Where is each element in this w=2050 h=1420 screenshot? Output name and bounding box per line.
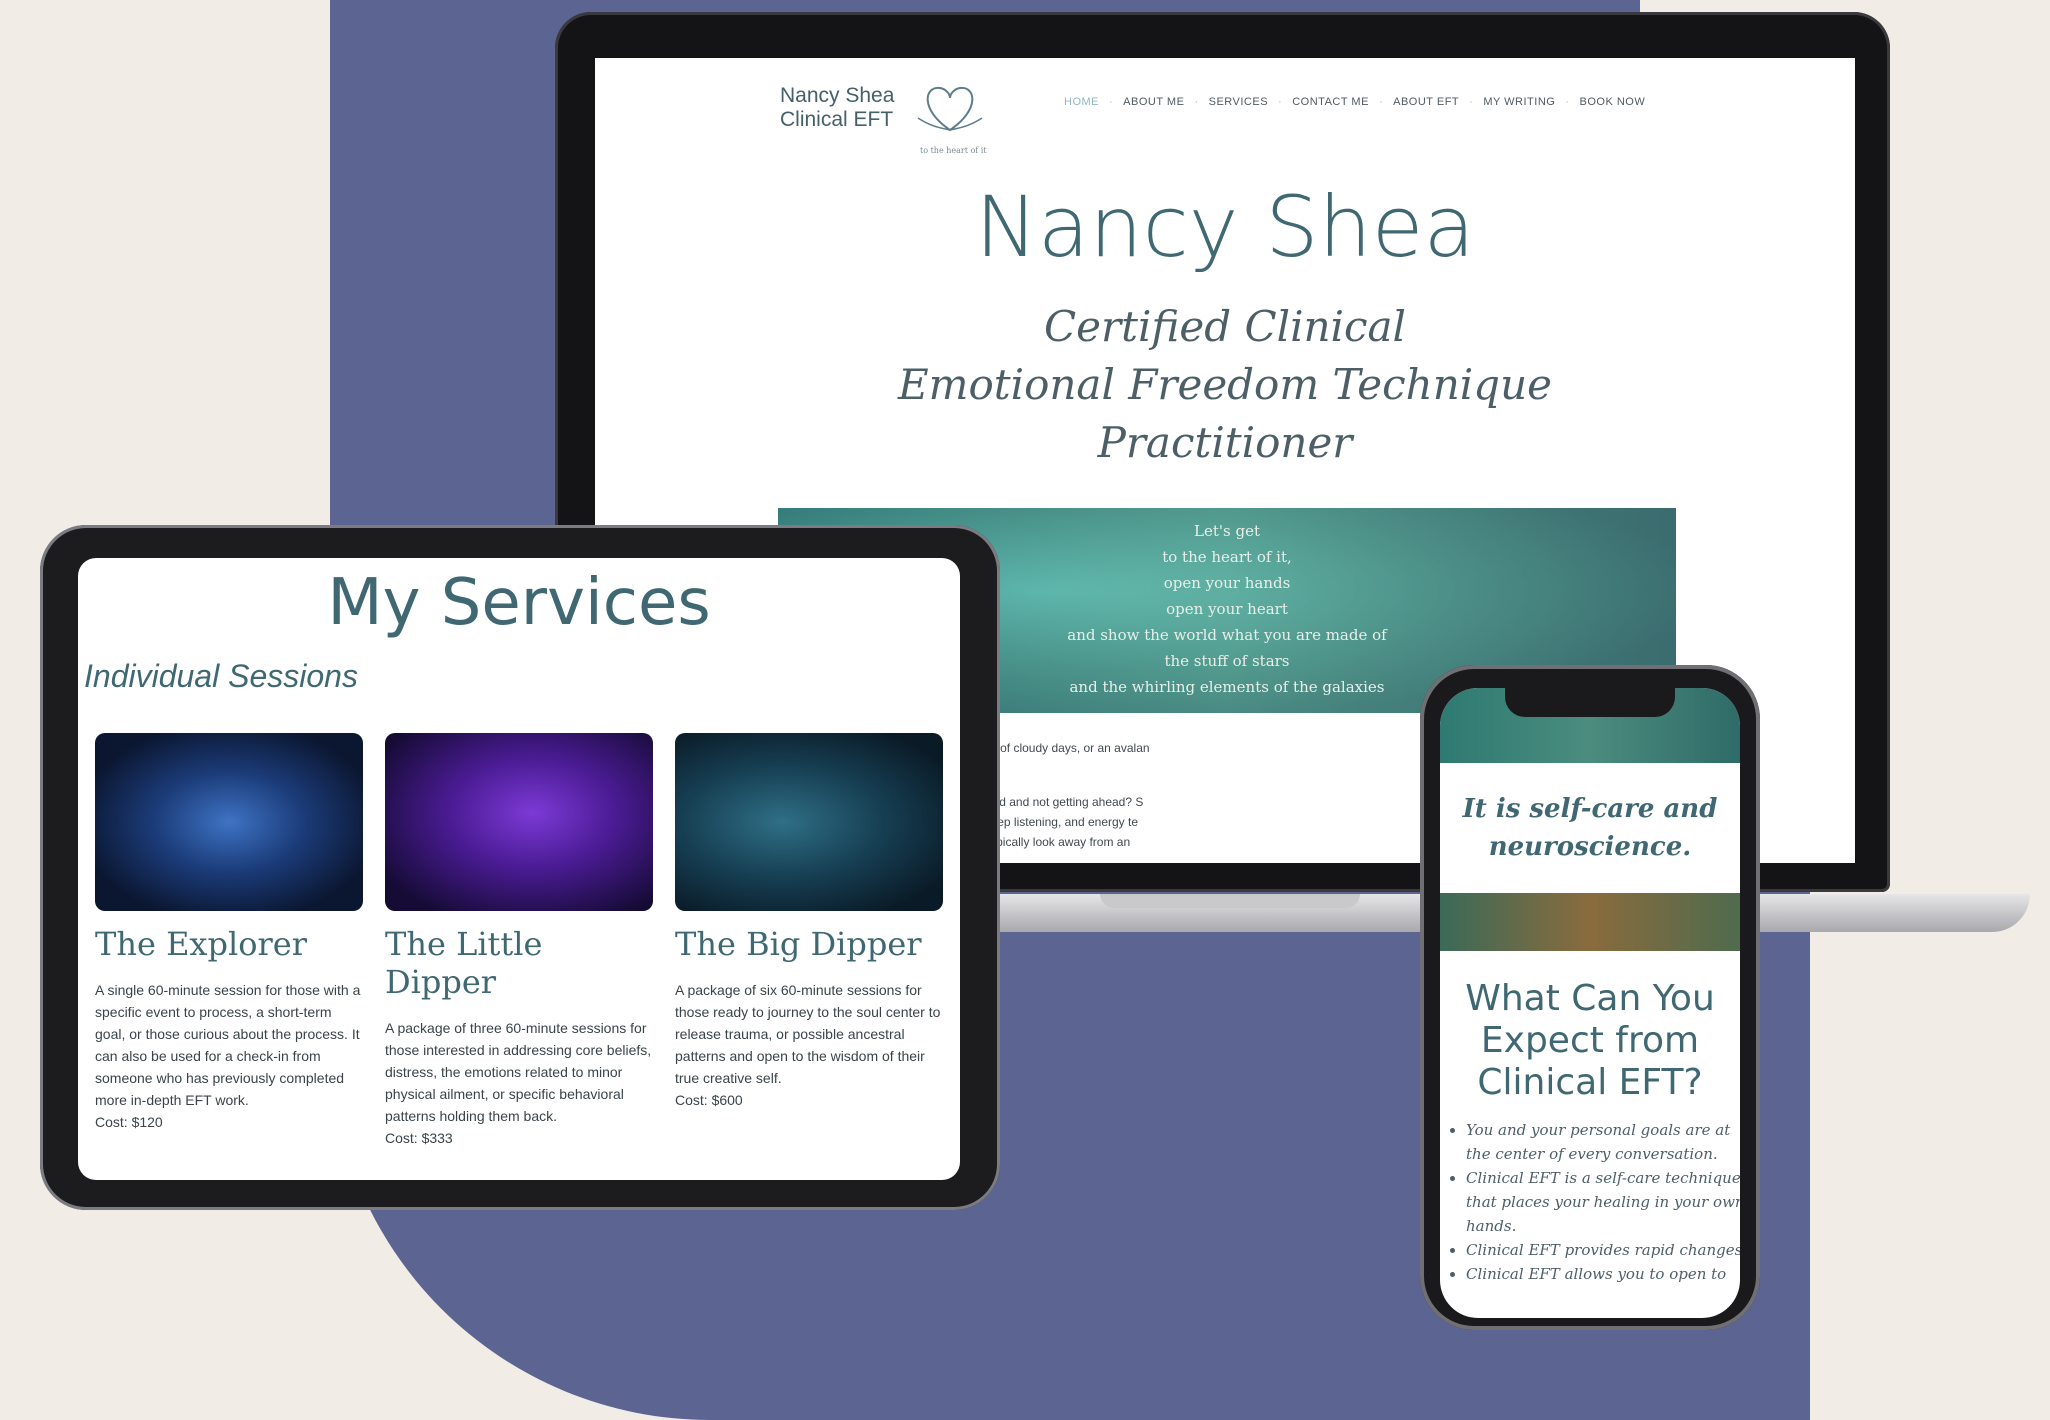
nav-separator: · (1278, 96, 1283, 108)
phone-notch (1505, 685, 1675, 717)
phone-galaxy-band (1440, 893, 1740, 951)
logo-tagline: to the heart of it (920, 146, 987, 155)
list-item: You and your personal goals are at the c… (1466, 1118, 1740, 1166)
site-logo[interactable]: Nancy Shea Clinical EFT to the heart of … (780, 76, 1010, 156)
service-cost: Cost: $600 (675, 1092, 743, 1108)
nav-separator: · (1194, 96, 1199, 108)
logo-text: Nancy Shea Clinical EFT (780, 84, 900, 132)
service-name: The Little Dipper (385, 925, 543, 1001)
services-title: My Services (327, 566, 711, 640)
nav-services[interactable]: SERVICES (1205, 96, 1272, 108)
nav-my-writing[interactable]: MY WRITING (1479, 96, 1559, 108)
starfield-image (675, 733, 943, 911)
service-card[interactable]: The Explorer A single 60-minute session … (95, 733, 363, 1149)
nav-separator: · (1109, 96, 1114, 108)
nav-contact-me[interactable]: CONTACT ME (1288, 96, 1373, 108)
hero-subtitle-line: Certified Clinical (1044, 302, 1406, 351)
logo-line-2: Clinical EFT (780, 108, 894, 131)
tablet-screen: My Services Individual Sessions The Expl… (78, 558, 960, 1180)
service-card[interactable]: The Little Dipper A package of three 60-… (385, 733, 653, 1149)
list-item: Clinical EFT allows you to open to (1466, 1262, 1740, 1286)
hero-subtitle: Certified Clinical Emotional Freedom Tec… (595, 298, 1855, 472)
site-nav: HOME · ABOUT ME · SERVICES · CONTACT ME … (1060, 96, 1649, 108)
phone-bullet-list: You and your personal goals are at the c… (1448, 1118, 1740, 1286)
starfield-image (95, 733, 363, 911)
starfield-image (385, 733, 653, 911)
nav-book-now[interactable]: BOOK NOW (1576, 96, 1650, 108)
logo-line-1: Nancy Shea (780, 84, 895, 107)
service-description: A single 60-minute session for those wit… (95, 982, 361, 1108)
section-title: Individual Sessions (84, 658, 358, 694)
service-card[interactable]: The Big Dipper A package of six 60-minut… (675, 733, 943, 1149)
service-name: The Big Dipper (675, 925, 922, 963)
nav-separator: · (1565, 96, 1570, 108)
list-item: Clinical EFT is a self-care technique th… (1466, 1166, 1740, 1238)
nav-about-me[interactable]: ABOUT ME (1119, 96, 1188, 108)
hero-subtitle-line: Emotional Freedom Technique (898, 360, 1552, 409)
hero-name: Nancy Shea (975, 178, 1475, 276)
nav-separator: · (1378, 96, 1384, 108)
service-name: The Explorer (95, 925, 307, 963)
service-description: A package of six 60-minute sessions for … (675, 982, 941, 1086)
service-cost: Cost: $120 (95, 1114, 163, 1130)
service-description: A package of three 60-minute sessions fo… (385, 1020, 652, 1124)
service-cost: Cost: $333 (385, 1130, 453, 1146)
heart-hands-icon (917, 86, 983, 132)
phone-screen: It is self-care and neuroscience. What C… (1440, 688, 1740, 1318)
nav-home[interactable]: HOME (1060, 96, 1103, 108)
nav-separator: · (1469, 96, 1474, 108)
service-cards: The Explorer A single 60-minute session … (95, 733, 943, 1149)
list-item: Clinical EFT provides rapid changes. (1466, 1238, 1740, 1262)
phone-quote: It is self-care and neuroscience. (1462, 794, 1718, 862)
hero-subtitle-line: Practitioner (1097, 418, 1353, 467)
laptop-trackpad-notch (1100, 894, 1360, 908)
phone-heading: What Can You Expect from Clinical EFT? (1465, 978, 1715, 1103)
nav-about-eft[interactable]: ABOUT EFT (1389, 96, 1463, 108)
